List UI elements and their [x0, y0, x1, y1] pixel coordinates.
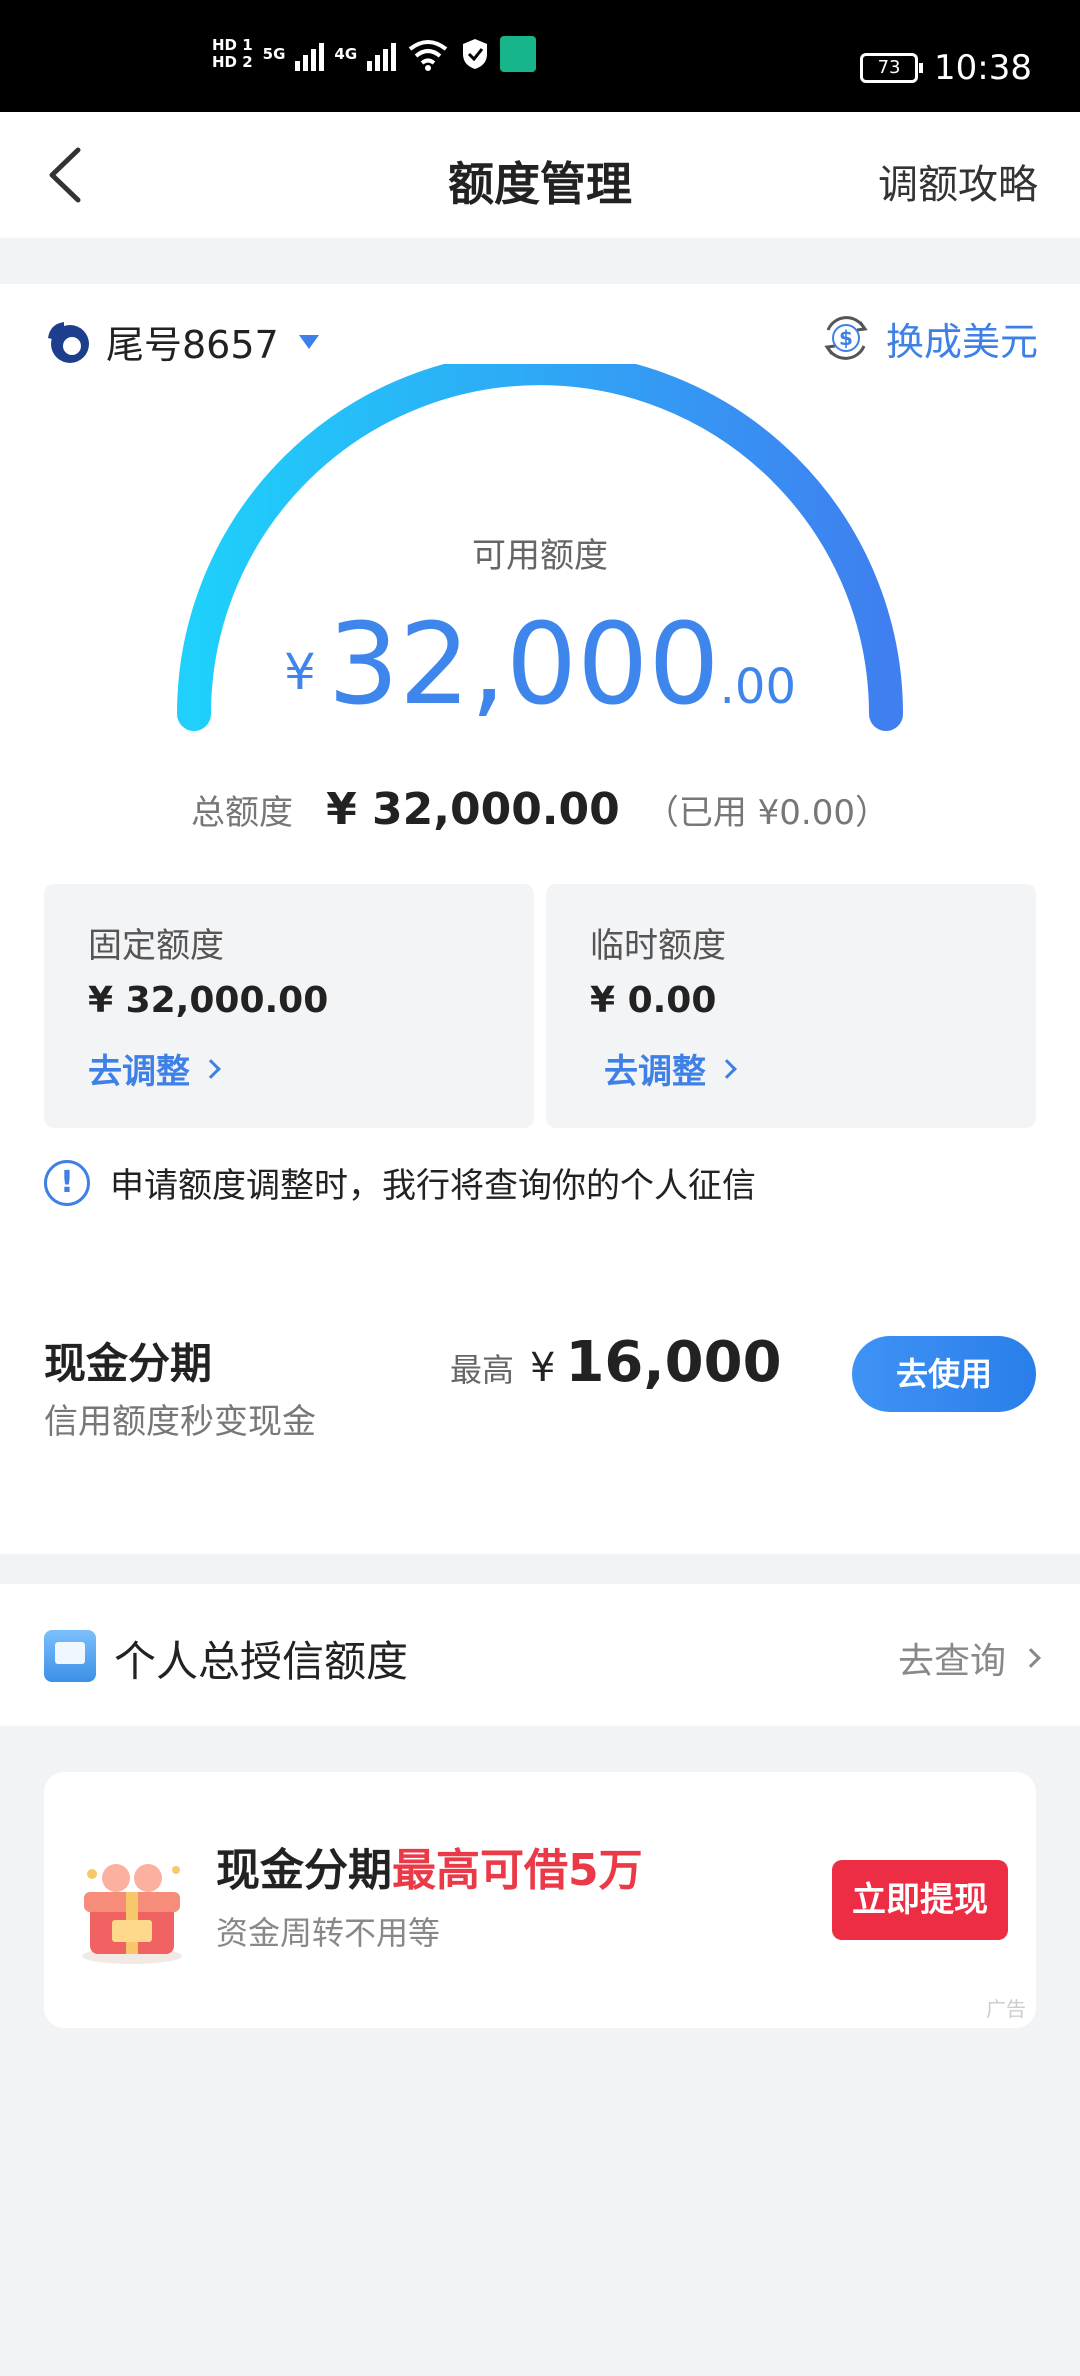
bank-logo-icon: [48, 321, 89, 363]
gift-box-icon: [82, 1864, 182, 1964]
fixed-limit-value: ¥ 32,000.00: [88, 980, 329, 1021]
adjust-fixed-label: 去调整: [88, 1052, 190, 1092]
currency-exchange-icon: $: [824, 316, 868, 360]
fixed-limit-card: 固定额度 ¥ 32,000.00 去调整: [44, 884, 534, 1128]
max-currency: ¥: [530, 1345, 556, 1391]
cash-installment-title: 现金分期: [44, 1339, 213, 1388]
ad-subtitle: 资金周转不用等: [216, 1914, 441, 1952]
max-value: 16,000: [565, 1330, 782, 1395]
temp-limit-value: ¥ 0.00: [590, 980, 717, 1021]
credit-report-icon: [44, 1630, 96, 1682]
max-label: 最高: [450, 1351, 515, 1389]
total-limit-value: ¥ 32,000.00: [326, 784, 620, 835]
signal-bars-icon-2: [367, 37, 397, 71]
query-label: 去查询: [897, 1641, 1006, 1682]
amount-decimal: .00: [719, 659, 797, 715]
available-limit-amount: ¥32,000.00: [0, 600, 1080, 730]
amount-integer: 32,000: [327, 600, 720, 730]
switch-usd-button[interactable]: $ 换成美元: [818, 310, 1038, 366]
ad-title-plain: 现金分期: [216, 1845, 392, 1896]
svg-text:$: $: [839, 326, 853, 350]
ad-card[interactable]: 现金分期最高可借5万 资金周转不用等 立即提现 广告: [44, 1772, 1036, 2028]
switch-usd-label: 换成美元: [885, 319, 1038, 364]
limit-guide-link[interactable]: 调额攻略: [878, 152, 1038, 210]
available-limit-label: 可用额度: [472, 536, 608, 576]
ad-title: 现金分期最高可借5万: [216, 1834, 643, 1898]
app-notification-icon: [500, 36, 537, 72]
status-icons-right: 73 10:38: [860, 48, 1032, 88]
signal-bars-icon: [295, 37, 325, 71]
account-selector[interactable]: 尾号8657: [44, 314, 319, 369]
adjust-temp-label: 去调整: [604, 1052, 706, 1092]
chevron-right-icon: [717, 1058, 737, 1079]
personal-credit-row[interactable]: 个人总授信额度 去查询: [0, 1584, 1080, 1726]
chevron-right-icon: [201, 1058, 221, 1079]
status-icons-left: HD 1 HD 2 5G 4G: [212, 36, 537, 72]
wifi-icon: [408, 40, 448, 71]
caret-down-icon: [298, 334, 319, 349]
hd1-label: HD 1: [212, 36, 253, 54]
credit-check-notice: ! 申请额度调整时，我行将查询你的个人征信: [44, 1158, 756, 1207]
currency-symbol: ¥: [283, 643, 316, 701]
ad-tag: 广告: [986, 1997, 1026, 2021]
adjust-temp-link[interactable]: 去调整: [604, 1044, 737, 1093]
network-5g-label: 5G: [262, 44, 286, 63]
withdraw-now-button[interactable]: 立即提现: [832, 1860, 1008, 1940]
nav-bar: 额度管理 调额攻略: [0, 112, 1080, 238]
network-4g-label: 4G: [334, 44, 358, 63]
status-bar: HD 1 HD 2 5G 4G 73 10:38: [0, 0, 1080, 112]
query-link[interactable]: 去查询: [897, 1632, 1041, 1684]
info-icon: !: [44, 1159, 90, 1206]
total-limit-label: 总额度: [190, 793, 293, 833]
temp-limit-card: 临时额度 ¥ 0.00 去调整: [546, 884, 1036, 1128]
ad-title-highlight: 最高可借5万: [392, 1845, 643, 1896]
clock: 10:38: [934, 48, 1032, 88]
fixed-limit-title: 固定额度: [88, 926, 224, 966]
notice-text: 申请额度调整时，我行将查询你的个人征信: [110, 1166, 756, 1206]
cash-installment-row: 现金分期 信用额度秒变现金 最高 ¥ 16,000 去使用: [44, 1330, 1036, 1450]
shield-icon: [463, 39, 488, 69]
temp-limit-title: 临时额度: [590, 926, 726, 966]
account-label: 尾号8657: [106, 323, 279, 367]
chevron-right-icon: [1021, 1648, 1041, 1668]
battery-icon: 73: [860, 53, 924, 83]
cash-installment-max: 最高 ¥ 16,000: [450, 1330, 782, 1395]
adjust-fixed-link[interactable]: 去调整: [88, 1044, 221, 1093]
use-button[interactable]: 去使用: [852, 1336, 1036, 1412]
cash-installment-subtitle: 信用额度秒变现金: [44, 1402, 316, 1442]
personal-credit-title: 个人总授信额度: [114, 1637, 409, 1686]
used-amount: （已用 ¥0.00）: [644, 793, 889, 833]
hd2-label: HD 2: [212, 53, 253, 71]
total-limit-row: 总额度 ¥ 32,000.00 （已用 ¥0.00）: [0, 784, 1080, 835]
hd-indicator: HD 1 HD 2: [212, 37, 253, 71]
